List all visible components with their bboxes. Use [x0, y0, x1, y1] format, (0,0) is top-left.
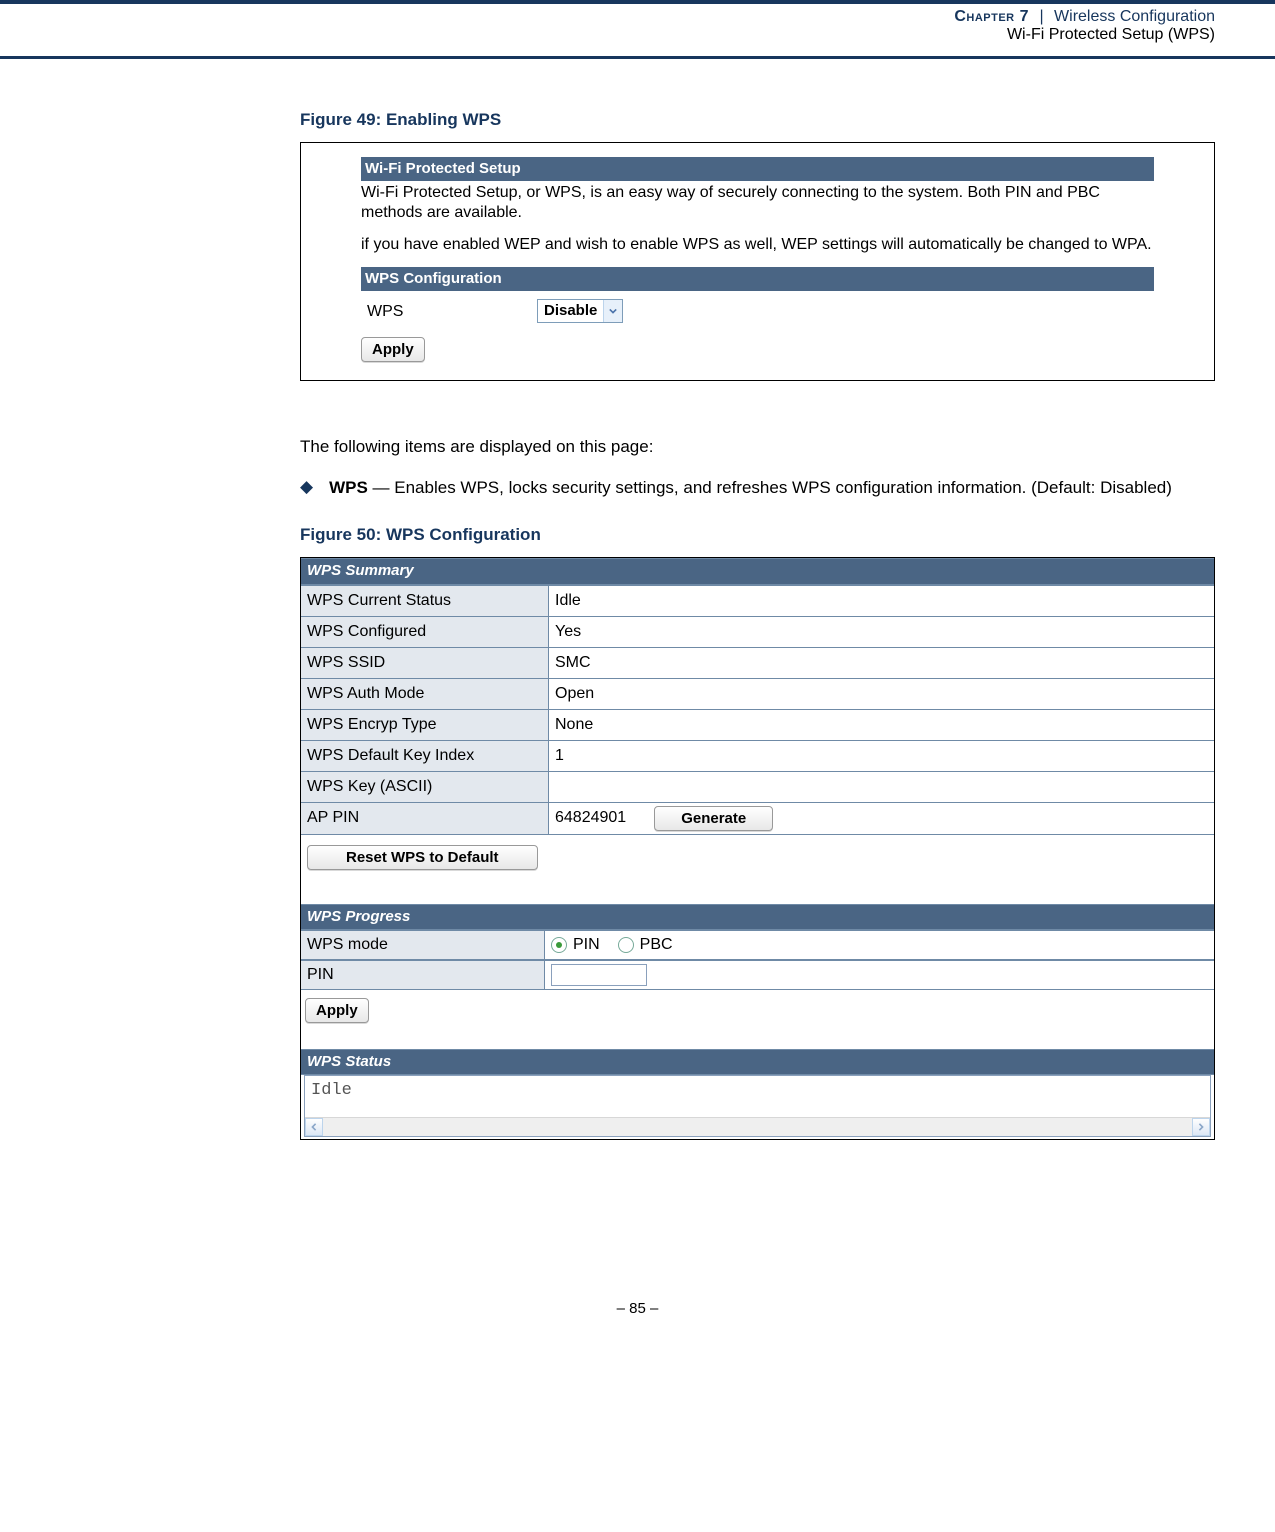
table-row: WPS Auth ModeOpen: [301, 678, 1214, 709]
radio-pbc-label: PBC: [640, 934, 673, 956]
figure-50-caption: Figure 50: WPS Configuration: [300, 524, 1215, 547]
row-value: [549, 771, 1215, 802]
chapter-subtopic: Wi-Fi Protected Setup (WPS): [0, 26, 1215, 44]
wps-mode-label: WPS mode: [301, 930, 545, 960]
scroll-right-icon[interactable]: [1192, 1118, 1210, 1136]
bullet-desc: Enables WPS, locks security settings, an…: [394, 478, 1172, 497]
wps-mode-row: WPS mode PIN PBC: [301, 930, 1214, 960]
row-label: WPS Default Key Index: [301, 740, 549, 771]
intro-text: The following items are displayed on thi…: [300, 436, 1215, 459]
table-row: WPS SSIDSMC: [301, 647, 1214, 678]
pin-row: PIN: [301, 960, 1214, 990]
wps-status-header: WPS Status: [301, 1049, 1214, 1075]
pin-input[interactable]: [551, 964, 647, 986]
apply-button-2[interactable]: Apply: [305, 998, 369, 1023]
table-row: AP PIN 64824901 Generate: [301, 802, 1214, 834]
page-header: Chapter 7 | Wireless Configuration Wi-Fi…: [0, 4, 1275, 52]
scroll-left-icon[interactable]: [305, 1118, 323, 1136]
row-value: None: [549, 709, 1215, 740]
row-value: 1: [549, 740, 1215, 771]
row-value: Open: [549, 678, 1215, 709]
row-label: WPS Configured: [301, 616, 549, 647]
wps-select-value: Disable: [538, 301, 603, 321]
table-row: WPS ConfiguredYes: [301, 616, 1214, 647]
table-row: WPS Current StatusIdle: [301, 585, 1214, 616]
wps-select[interactable]: Disable: [537, 299, 623, 323]
diamond-bullet-icon: ◆: [300, 477, 329, 500]
wps-summary-header: WPS Summary: [301, 558, 1214, 584]
bullet-wps: ◆ WPS — Enables WPS, locks security sett…: [300, 477, 1215, 500]
figure-49-screenshot: Wi-Fi Protected Setup Wi-Fi Protected Se…: [300, 142, 1215, 382]
row-value: SMC: [549, 647, 1215, 678]
row-label: WPS Key (ASCII): [301, 771, 549, 802]
radio-pbc[interactable]: [618, 937, 634, 953]
table-row: WPS Encryp TypeNone: [301, 709, 1214, 740]
bullet-sep: —: [368, 478, 394, 497]
row-label: WPS Auth Mode: [301, 678, 549, 709]
horizontal-scrollbar[interactable]: [305, 1117, 1210, 1136]
wps-desc-2: if you have enabled WEP and wish to enab…: [361, 235, 1154, 255]
row-value: Yes: [549, 616, 1215, 647]
wps-field-label: WPS: [367, 301, 537, 323]
pin-label: PIN: [301, 960, 545, 990]
chapter-topic: Wireless Configuration: [1054, 8, 1215, 25]
table-row: WPS Key (ASCII): [301, 771, 1214, 802]
reset-wps-button[interactable]: Reset WPS to Default: [307, 845, 538, 870]
row-label: WPS SSID: [301, 647, 549, 678]
chapter-separator: |: [1033, 8, 1049, 25]
row-label: WPS Current Status: [301, 585, 549, 616]
chapter-label: Chapter 7: [954, 8, 1029, 25]
page-number: – 85 –: [0, 1190, 1275, 1337]
figure-50-screenshot: WPS Summary WPS Current StatusIdle WPS C…: [300, 557, 1215, 1140]
generate-button[interactable]: Generate: [654, 806, 773, 831]
figure-49-caption: Figure 49: Enabling WPS: [300, 109, 1215, 132]
wps-desc-1: Wi-Fi Protected Setup, or WPS, is an eas…: [361, 183, 1154, 223]
radio-pin-label: PIN: [573, 934, 600, 956]
row-value: Idle: [549, 585, 1215, 616]
ap-pin-value: 64824901: [555, 807, 626, 829]
wps-summary-table: WPS Current StatusIdle WPS ConfiguredYes…: [301, 585, 1214, 835]
wps-config-header: WPS Configuration: [361, 267, 1154, 291]
table-row: WPS Default Key Index1: [301, 740, 1214, 771]
chevron-down-icon: [603, 300, 622, 322]
wps-status-box: Idle: [304, 1075, 1211, 1137]
wps-status-value: Idle: [311, 1081, 352, 1100]
radio-pin[interactable]: [551, 937, 567, 953]
bullet-term: WPS: [329, 478, 368, 497]
row-label: WPS Encryp Type: [301, 709, 549, 740]
wps-progress-header: WPS Progress: [301, 904, 1214, 930]
wps-setup-header: Wi-Fi Protected Setup: [361, 157, 1154, 181]
apply-button[interactable]: Apply: [361, 337, 425, 362]
ap-pin-label: AP PIN: [301, 802, 549, 834]
